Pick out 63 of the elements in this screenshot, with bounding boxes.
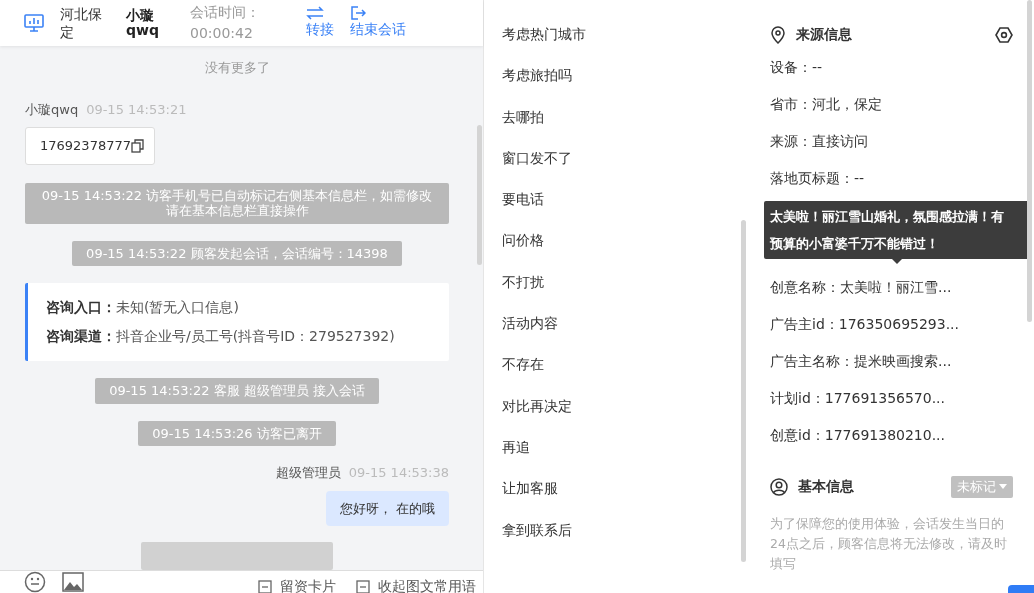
option-toggle[interactable]: 收起图文常用语 [356,576,476,593]
transfer-button[interactable]: 转接 [306,6,334,40]
info-row-text: 落地页标题：-- [770,169,866,188]
notice-text: 为了保障您的使用体验，会话发生当日的24点之后，顾客信息将无法修改，请及时填写 [770,514,1008,573]
monitor-icon [24,14,44,32]
option-toggle[interactable]: 留资卡片 [258,576,336,593]
info-row-text: 计划id：177691356570... [770,389,946,408]
end-session-button[interactable]: 结束会话 [350,6,406,40]
info-row-text: 省市：河北，保定 [770,95,883,114]
scrollbar-thumb[interactable] [741,220,746,562]
exit-icon [350,6,366,21]
section-title: 基本信息 [798,477,854,497]
quick-reply-item[interactable]: 去哪拍 [502,96,544,138]
quick-reply-item[interactable]: 窗口发不了 [502,137,572,180]
visitor-name: 小璇qwq [126,7,160,39]
quick-reply-item[interactable]: 再追 [502,426,530,469]
info-row-text: 创意id：177691380210... [770,426,946,445]
message-time: 09-15 14:53:21 [86,101,187,117]
scrollbar-thumb[interactable] [1027,0,1032,322]
info-row-text: 广告主id：176350695293... [770,315,960,334]
quick-reply-item[interactable]: 不存在 [502,344,544,386]
sender-name: 小璇qwq [25,101,79,117]
quick-reply-item[interactable]: 考虑热门城市 [502,14,586,56]
quick-reply-item[interactable]: 不打扰 [502,261,544,304]
info-row-text: 设备：-- [770,58,824,77]
message-text: 17692378777 [40,137,131,155]
session-time-label: 会话时间： [190,3,261,22]
message-bubble: 您好呀， 在的哦 [325,490,449,527]
entry-info: 咨询渠道：抖音企业号/员工号(抖音号ID：279527392) [46,327,396,347]
card-icon [356,579,370,593]
transfer-icon [306,6,324,21]
quick-reply-item[interactable]: 拿到联系后 [502,509,572,551]
info-row-text: 来源：直接访问 [770,132,869,151]
no-more-text: 没有更多了 [203,59,271,77]
location-text: 河北保定 [60,4,103,42]
settings-icon [995,26,1013,44]
emoji-icon [24,571,46,593]
user-icon [770,477,788,496]
tooltip-arrow [892,259,902,264]
section-title: 来源信息 [796,25,852,44]
info-row-text: 广告主名称：提米映画搜索... [770,352,953,371]
quick-reply-item[interactable]: 活动内容 [502,303,558,345]
message-time: 09-15 14:53:38 [348,465,449,481]
system-message: 09-15 14:53:22 客服 超级管理员 接入会话 [95,378,379,404]
system-message: 09-15 14:53:22 访客手机号已自动标记右侧基本信息栏，如需修改请在基本信息栏直接操作 [25,182,449,224]
session-time: 00:00:42 [190,24,254,43]
quick-reply-item[interactable]: 对比再决定 [502,385,572,427]
tooltip: 太美啦！丽江雪山婚礼，氛围感拉满！有预算的小富婆千万不能错过！ [764,201,1030,259]
location-pin-icon [770,25,786,44]
quick-reply-item[interactable]: 要电话 [502,179,544,221]
scrollbar-thumb[interactable] [477,125,482,265]
quick-reply-item[interactable]: 问价格 [502,220,544,262]
sender-name: 超级管理员 [275,465,341,481]
image-icon [62,572,84,592]
quick-reply-item[interactable]: 考虑旅拍吗 [502,55,572,97]
quick-reply-item[interactable]: 让加客服 [502,468,558,510]
entry-info: 咨询入口：未知(暂无入口信息) [46,298,240,318]
floating-button[interactable] [1008,585,1034,593]
card-icon [258,579,272,593]
copy-icon [131,138,144,153]
info-row-text: 创意名称：太美啦！丽江雪... [770,278,953,297]
system-message: 09-15 14:53:26 访客已离开 [138,420,336,447]
system-message: 09-15 14:53:22 顾客发起会话，会话编号：14398 [72,240,402,267]
